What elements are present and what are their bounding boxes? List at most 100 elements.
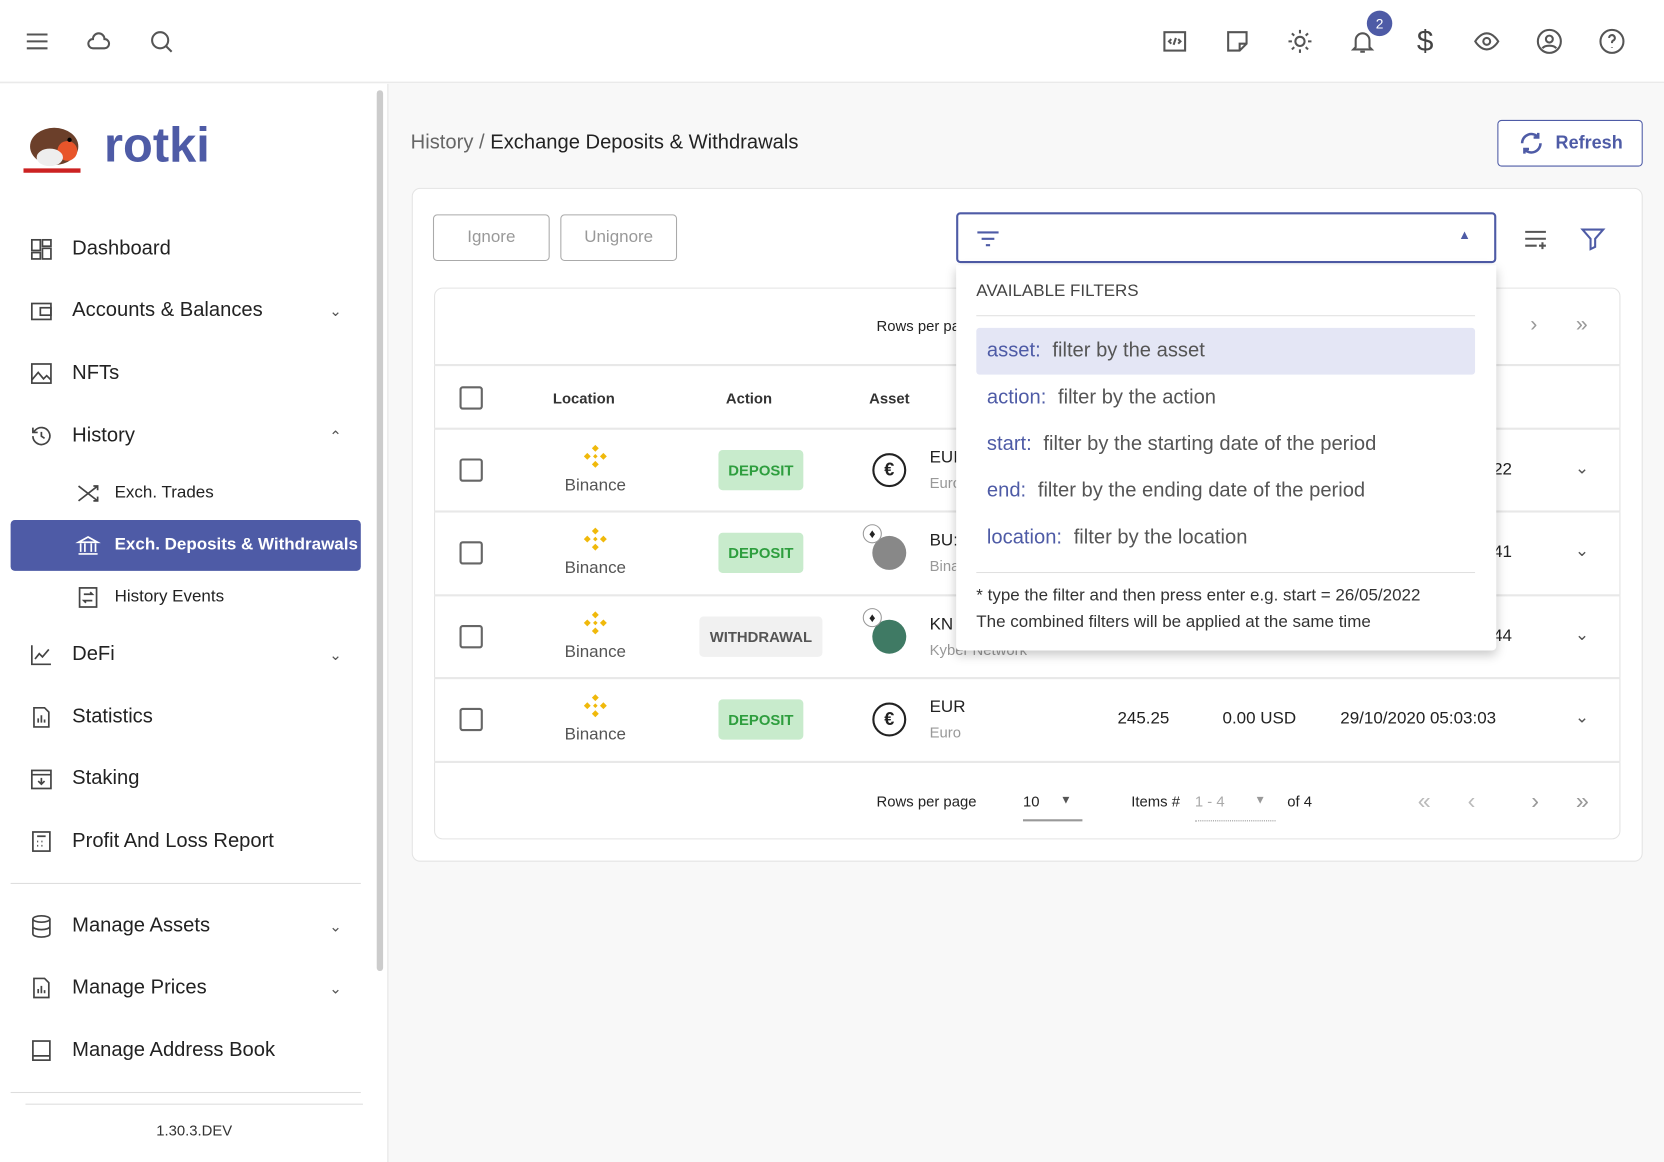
first-page-icon[interactable]: « <box>1418 787 1431 815</box>
sidebar-item-history[interactable]: History ⌃ <box>11 411 361 462</box>
asset-symbol: KN <box>929 615 954 634</box>
shuffle-icon <box>62 481 115 506</box>
column-header-location[interactable]: Location <box>553 389 615 406</box>
sidebar-item-staking[interactable]: Staking <box>11 753 361 804</box>
unignore-button[interactable]: Unignore <box>560 214 678 262</box>
filter-option-asset[interactable]: asset: filter by the asset <box>976 327 1476 375</box>
chevron-down-icon: ⌄ <box>329 645 342 663</box>
next-page-icon[interactable]: › <box>1530 313 1537 337</box>
divider <box>976 571 1476 574</box>
filter-option-action[interactable]: action: filter by the action <box>976 375 1475 422</box>
sidebar-item-profit-loss-report[interactable]: Profit And Loss Report <box>11 816 361 867</box>
sidebar-divider <box>10 882 361 884</box>
next-page-icon[interactable]: › <box>1531 787 1539 815</box>
top-bar: 2 $ <box>0 0 1664 83</box>
sidebar-item-label: Staking <box>72 767 140 790</box>
sidebar-item-manage-address-book[interactable]: Manage Address Book <box>11 1025 361 1076</box>
column-settings-icon[interactable] <box>1520 223 1552 255</box>
action-badge: DEPOSIT <box>718 532 804 574</box>
eye-icon[interactable] <box>1471 25 1503 57</box>
location-name: Binance <box>564 559 627 578</box>
sidebar-item-label: Exch. Trades <box>114 483 214 502</box>
expand-row-chevron-icon[interactable]: ⌄ <box>1575 540 1589 561</box>
filter-funnel-icon[interactable] <box>1577 223 1609 255</box>
dollar-icon[interactable]: $ <box>1409 24 1441 57</box>
sidebar-item-manage-prices[interactable]: Manage Prices ⌄ <box>11 963 361 1014</box>
staking-icon <box>11 766 73 791</box>
action-badge: DEPOSIT <box>718 449 804 491</box>
app-version: 1.30.3.DEV <box>156 1121 233 1139</box>
row-checkbox[interactable] <box>459 458 483 482</box>
items-range-select[interactable]: 1 - 4 ▼ <box>1194 785 1276 822</box>
row-checkbox[interactable] <box>459 625 483 649</box>
filter-option-start[interactable]: start: filter by the starting date of the… <box>976 421 1475 468</box>
sidebar-item-manage-assets[interactable]: Manage Assets ⌄ <box>11 901 361 952</box>
notes-icon[interactable] <box>1221 25 1253 57</box>
expand-row-chevron-icon[interactable]: ⌄ <box>1575 707 1589 728</box>
filter-hint-combined: The combined filters will be applied at … <box>976 613 1371 632</box>
caret-down-icon: ▼ <box>1254 793 1266 807</box>
filter-key: asset: <box>986 339 1041 362</box>
filter-option-location[interactable]: location: filter by the location <box>976 515 1475 562</box>
filter-input[interactable]: ▲ <box>956 212 1497 264</box>
caret-up-icon[interactable]: ▲ <box>1458 227 1471 242</box>
refresh-icon <box>1520 132 1542 154</box>
breadcrumb: History / Exchange Deposits & Withdrawal… <box>411 132 799 155</box>
sidebar-item-exch-deposits-withdrawals[interactable]: Exch. Deposits & Withdrawals <box>10 519 361 571</box>
rows-per-page-select[interactable]: 10 ▼ <box>1022 785 1083 822</box>
rows-per-page-value: 10 <box>1022 792 1040 810</box>
rotki-logo <box>19 114 85 180</box>
items-total: of 4 <box>1287 792 1313 810</box>
address-book-icon <box>11 1038 73 1063</box>
breadcrumb-parent[interactable]: History / <box>411 132 485 154</box>
sidebar-item-history-events[interactable]: History Events <box>11 572 361 623</box>
sidebar-divider <box>25 1103 363 1105</box>
binance-icon <box>547 443 645 471</box>
search-icon[interactable] <box>145 25 177 57</box>
sidebar-item-label: Manage Assets <box>72 914 211 938</box>
column-header-action[interactable]: Action <box>726 389 772 406</box>
help-icon[interactable] <box>1596 25 1628 57</box>
ignore-button[interactable]: Ignore <box>432 214 550 262</box>
filter-key: start: <box>986 432 1032 456</box>
sidebar-item-statistics[interactable]: Statistics <box>11 692 361 743</box>
brand-name: rotki <box>103 116 210 172</box>
sidebar-scrollbar[interactable] <box>376 90 384 971</box>
sidebar-item-nfts[interactable]: NFTs <box>11 348 361 399</box>
account-icon[interactable] <box>1533 25 1565 57</box>
location-cell: Binance <box>547 692 645 745</box>
sidebar-item-exch-trades[interactable]: Exch. Trades <box>11 468 361 519</box>
sidebar-divider <box>10 1091 361 1094</box>
code-icon[interactable] <box>1159 25 1191 57</box>
sidebar-item-label: Manage Prices <box>72 976 207 999</box>
rows-per-page-label: Rows per page <box>876 792 977 810</box>
sidebar-item-accounts-balances[interactable]: Accounts & Balances ⌄ <box>11 285 361 336</box>
sidebar-item-defi[interactable]: DeFi ⌄ <box>11 629 361 680</box>
last-page-icon[interactable]: » <box>1576 787 1589 815</box>
asset-name: Euro <box>929 723 961 741</box>
items-range-value: 1 - 4 <box>1194 792 1225 810</box>
cloud-icon[interactable] <box>83 25 115 57</box>
row-checkbox[interactable] <box>459 707 483 732</box>
asset-name: Bina <box>929 557 960 575</box>
location-name: Binance <box>564 643 627 662</box>
sidebar-item-dashboard[interactable]: Dashboard <box>11 224 361 275</box>
filter-description: filter by the asset <box>1052 339 1205 362</box>
refresh-button[interactable]: Refresh <box>1497 119 1643 167</box>
prices-icon <box>11 975 73 1000</box>
menu-icon[interactable] <box>21 25 53 57</box>
last-page-icon[interactable]: » <box>1576 313 1588 337</box>
filter-option-end[interactable]: end: filter by the ending date of the per… <box>976 468 1475 515</box>
column-header-asset[interactable]: Asset <box>869 389 909 406</box>
select-all-checkbox[interactable] <box>459 386 483 410</box>
theme-icon[interactable] <box>1284 25 1316 57</box>
sidebar-item-label: Dashboard <box>72 237 171 260</box>
prev-page-icon[interactable]: ‹ <box>1468 787 1476 815</box>
filter-description: filter by the action <box>1057 386 1217 409</box>
expand-row-chevron-icon[interactable]: ⌄ <box>1575 624 1589 645</box>
expand-row-chevron-icon[interactable]: ⌄ <box>1575 457 1589 478</box>
filter-key: end: <box>986 479 1027 502</box>
refresh-label: Refresh <box>1555 132 1623 153</box>
filter-hint: * type the filter and then press enter e… <box>976 586 1421 605</box>
row-checkbox[interactable] <box>459 541 483 565</box>
